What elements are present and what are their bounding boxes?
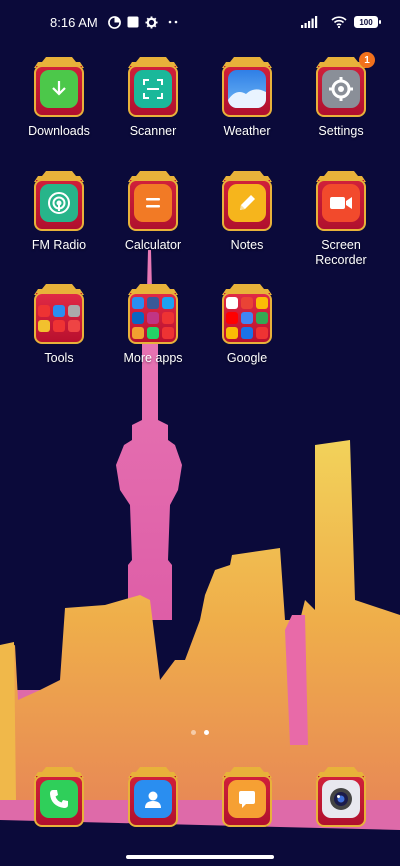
gear-icon	[322, 70, 360, 108]
video-camera-icon	[322, 184, 360, 222]
radio-icon	[40, 184, 78, 222]
folder-tools[interactable]: Tools	[12, 283, 106, 366]
status-time: 8:16 AM	[50, 14, 98, 30]
app-label-google: Google	[226, 351, 268, 365]
status-bar: 8:16 AM 100	[0, 0, 400, 44]
cloud-icon	[228, 70, 266, 108]
signal-icon	[301, 16, 318, 28]
app-label-calculator: Calculator	[124, 238, 182, 252]
message-icon	[228, 780, 266, 818]
data-saver-icon	[107, 15, 121, 29]
notification-badge: 1	[359, 52, 375, 68]
app-label-weather: Weather	[223, 124, 271, 138]
page-dot-active[interactable]	[204, 730, 209, 735]
app-label-scanner: Scanner	[129, 124, 177, 138]
app-label-downloads: Downloads	[28, 124, 90, 138]
app-label-tools: Tools	[44, 351, 74, 365]
app-notes[interactable]: Notes	[200, 170, 294, 253]
camera-icon	[322, 780, 360, 818]
battery-level: 100	[359, 17, 373, 27]
phone-icon	[40, 780, 78, 818]
equals-icon	[134, 184, 172, 222]
folder-icon	[38, 297, 80, 339]
dock-messages[interactable]	[200, 766, 294, 828]
app-downloads[interactable]: Downloads	[12, 56, 106, 139]
app-weather[interactable]: Weather	[200, 56, 294, 139]
app-scanner[interactable]: Scanner	[106, 56, 200, 139]
more-dots-icon	[168, 20, 178, 24]
dock-contacts[interactable]	[106, 766, 200, 828]
app-label-fm-radio: FM Radio	[31, 238, 87, 252]
app-settings[interactable]: 1 Settings	[294, 52, 388, 139]
app-fm-radio[interactable]: FM Radio	[12, 170, 106, 253]
gear-icon	[145, 15, 158, 29]
app-calculator[interactable]: Calculator	[106, 170, 200, 253]
square-notification-icon	[127, 16, 139, 28]
page-indicator	[0, 730, 400, 735]
folder-icon	[226, 297, 268, 339]
contact-icon	[134, 780, 172, 818]
app-label-more-apps: More apps	[123, 351, 183, 365]
home-gesture-bar[interactable]	[126, 855, 274, 859]
app-label-settings: Settings	[318, 124, 364, 138]
scan-frame-icon	[134, 70, 172, 108]
battery-icon: 100	[354, 16, 381, 28]
folder-google[interactable]: Google	[200, 283, 294, 366]
pencil-icon	[228, 184, 266, 222]
dock-camera[interactable]	[294, 766, 388, 828]
dock-phone[interactable]	[12, 766, 106, 828]
download-arrow-icon	[40, 70, 78, 108]
folder-more-apps[interactable]: More apps	[106, 283, 200, 366]
folder-icon	[132, 297, 174, 339]
wifi-icon	[331, 16, 347, 28]
app-screen-recorder[interactable]: Screen Recorder	[294, 170, 388, 268]
app-label-notes: Notes	[230, 238, 264, 252]
page-dot[interactable]	[191, 730, 196, 735]
app-label-screen-recorder: Screen Recorder	[315, 238, 367, 267]
